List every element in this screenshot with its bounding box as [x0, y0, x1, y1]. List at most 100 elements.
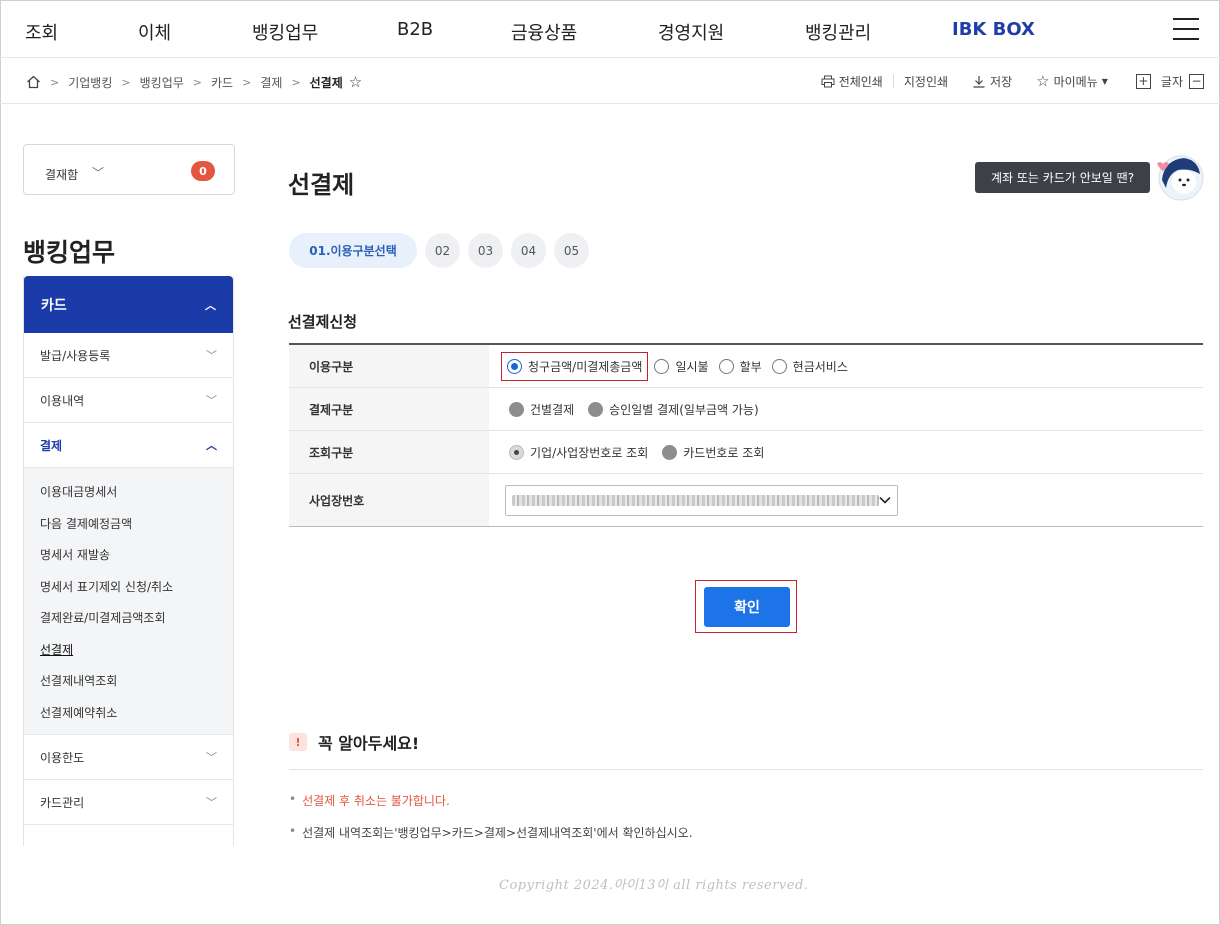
payment-option-each: 건별결제 [509, 401, 574, 418]
favorite-star-icon[interactable]: ☆ [349, 73, 362, 91]
radio-disabled [588, 401, 604, 417]
usage-option-lump-sum[interactable]: 일시불 [654, 358, 709, 375]
radio[interactable] [718, 358, 734, 374]
submenu-item-active[interactable]: 선결제 [24, 634, 233, 666]
chevron-right-icon: > [121, 75, 131, 89]
nav-inquiry[interactable]: 조회 [25, 19, 58, 45]
radio-disabled [509, 401, 524, 417]
chevron-right-icon: > [50, 75, 60, 89]
divider [892, 74, 894, 88]
form-row-inquiry: 조회구분 기업/사업장번호로 조회 카드번호로 조회 [289, 431, 1203, 474]
submenu-item[interactable]: 결제완료/미결제금액조회 [24, 602, 233, 634]
nav-banking-management[interactable]: 뱅킹관리 [805, 19, 871, 45]
submenu-item[interactable]: 다음 결제예정금액 [24, 508, 233, 540]
radio-selected[interactable] [507, 358, 522, 374]
usage-option-installment[interactable]: 할부 [718, 358, 762, 375]
nav-management-support[interactable]: 경영지원 [658, 19, 724, 45]
help-tooltip-button[interactable]: 계좌 또는 카드가 안보일 땐? [975, 162, 1151, 193]
sidebar-item-label: 이용내역 [40, 393, 85, 408]
sidebar-item-label: 발급/사용등록 [40, 348, 111, 363]
print-selected-button[interactable]: 지정인쇄 [904, 73, 948, 90]
option-label: 기업/사업장번호로 조회 [530, 445, 649, 460]
payment-option-by-date: 승인일별 결제(일부금액 가능) [588, 401, 759, 418]
notice-text: 선결제 내역조회는'뱅킹업무>카드>결제>선결제내역조회'에서 확인하십시오. [302, 826, 693, 840]
option-label: 현금서비스 [792, 359, 848, 374]
submenu-item[interactable]: 선결제내역조회 [24, 665, 233, 697]
confirm-button[interactable]: 확인 [704, 587, 790, 627]
chevron-down-icon: ﹀ [206, 751, 217, 764]
my-menu-button[interactable]: ☆ 마이메뉴 ▼ [1036, 72, 1108, 90]
usage-options: 청구금액/미결제총금액 일시불 할부 현금서비스 [489, 345, 1203, 387]
sidebar-item-card-management[interactable]: 카드관리 ﹀ [24, 780, 233, 825]
font-size-label: 글자 [1160, 74, 1183, 89]
submenu-item[interactable]: 이용대금명세서 [24, 476, 233, 508]
hamburger-menu-icon[interactable] [1173, 18, 1199, 40]
nav-b2b[interactable]: B2B [397, 19, 433, 40]
notice-heading: ! 꼭 알아두세요! [289, 730, 419, 754]
sidebar-item-label: 이용한도 [40, 750, 85, 765]
approval-box-label: 결재함 [45, 168, 79, 182]
breadcrumb-item[interactable]: 카드 [211, 74, 233, 91]
step-item: 05 [554, 233, 589, 268]
breadcrumb-item[interactable]: 뱅킹업무 [140, 74, 184, 91]
copyright-watermark: Copyright 2024.아이13이 all rights reserved… [499, 878, 809, 893]
usage-option-cash-service[interactable]: 현금서비스 [771, 358, 848, 375]
approval-count-badge: 0 [191, 161, 215, 181]
font-increase-icon[interactable]: + [1135, 73, 1151, 89]
home-icon[interactable] [26, 75, 41, 89]
sidebar-section-card[interactable]: 카드 ︿ [24, 276, 233, 333]
nav-financial-products[interactable]: 금융상품 [511, 19, 577, 45]
option-label: 승인일별 결제(일부금액 가능) [609, 402, 759, 417]
business-number-select[interactable] [505, 484, 898, 516]
nav-transfer[interactable]: 이체 [138, 19, 171, 45]
sidebar-title: 뱅킹업무 [23, 238, 116, 267]
sidebar-item-label: 카드관리 [40, 795, 85, 810]
page-tools: 전체인쇄 지정인쇄 저장 ☆ 마이메뉴 ▼ + 글자 − [821, 72, 1204, 90]
save-button[interactable]: 저장 [972, 73, 1012, 90]
print-selected-label: 지정인쇄 [903, 74, 949, 89]
step-item: 04 [511, 233, 546, 268]
submenu-item[interactable]: 명세서 표기제외 신청/취소 [24, 571, 233, 603]
sidebar-item-payment[interactable]: 결제 ︿ [24, 423, 233, 468]
breadcrumb: > 기업뱅킹 > 뱅킹업무 > 카드 > 결제 > 선결제 ☆ [26, 73, 362, 91]
breadcrumb-current: 선결제 [309, 75, 343, 90]
step-item: 03 [468, 233, 503, 268]
inquiry-label: 조회구분 [289, 431, 489, 473]
breadcrumb-item[interactable]: 결제 [260, 74, 282, 91]
sidebar-item-limit[interactable]: 이용한도 ﹀ [24, 735, 233, 780]
exclamation-icon: ! [289, 733, 307, 751]
highlight-box: 청구금액/미결제총금액 [501, 351, 649, 381]
payment-label: 결제구분 [289, 388, 489, 430]
sidebar-section-label: 카드 [41, 297, 67, 314]
option-label: 일시불 [675, 359, 709, 374]
highlight-box: 확인 [695, 580, 797, 633]
submenu-item[interactable]: 명세서 재발송 [24, 539, 233, 571]
option-label: 건별결제 [530, 402, 575, 417]
chevron-up-icon: ︿ [205, 298, 216, 312]
chevron-right-icon: > [291, 75, 301, 89]
business-number-label: 사업장번호 [289, 474, 489, 526]
nav-banking[interactable]: 뱅킹업무 [252, 19, 318, 45]
redacted-value [512, 494, 880, 506]
chevron-down-icon [879, 496, 891, 504]
radio[interactable] [771, 358, 787, 374]
font-decrease-icon[interactable]: − [1189, 73, 1204, 89]
print-all-button[interactable]: 전체인쇄 [821, 73, 883, 90]
submenu-item[interactable]: 선결제예약취소 [24, 697, 233, 729]
mascot-avatar-icon[interactable] [1154, 152, 1204, 202]
nav-ibk-box[interactable]: IBK BOX [952, 19, 1035, 40]
chevron-down-icon: ﹀ [206, 796, 217, 809]
chevron-right-icon: > [192, 75, 202, 89]
sidebar-item-issue[interactable]: 발급/사용등록 ﹀ [24, 333, 233, 378]
sidebar-item-history[interactable]: 이용내역 ﹀ [24, 378, 233, 423]
breadcrumb-item[interactable]: 기업뱅킹 [68, 74, 112, 91]
business-number-cell [489, 474, 1203, 526]
chevron-down-icon: ﹀ [206, 394, 217, 407]
breadcrumb-bar: > 기업뱅킹 > 뱅킹업무 > 카드 > 결제 > 선결제 ☆ 전체인쇄 지정인… [0, 58, 1220, 104]
radio[interactable] [654, 358, 670, 374]
notice-text: 선결제 후 취소는 불가합니다. [302, 794, 450, 808]
usage-option-billed-total[interactable]: 청구금액/미결제총금액 [507, 358, 642, 375]
chevron-up-icon: ︿ [206, 439, 217, 452]
inquiry-option-business-number: 기업/사업장번호로 조회 [509, 444, 648, 461]
sidebar-item-label: 결제 [40, 438, 63, 453]
